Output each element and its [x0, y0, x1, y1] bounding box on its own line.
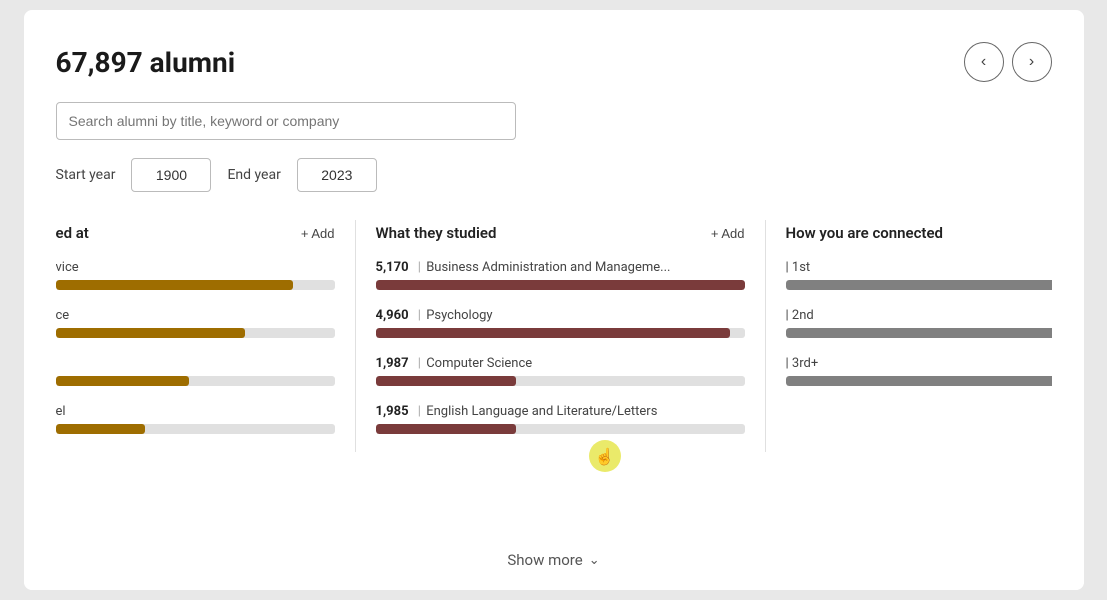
list-item: 1,985 | English Language and Literature/… — [376, 404, 745, 434]
list-item: ce — [56, 308, 335, 338]
bar-label: vice — [56, 260, 335, 275]
col-right-title: How you are connected — [786, 224, 943, 242]
col-left-header: ed at + Add — [56, 220, 335, 242]
bar-track — [56, 328, 335, 338]
bar-label — [56, 356, 335, 371]
list-item: 1,987 | Computer Science — [376, 356, 745, 386]
show-more-label: Show more — [507, 551, 582, 569]
end-year-input[interactable] — [297, 158, 377, 192]
bar-fill — [376, 280, 745, 290]
alumni-card: 67,897 alumni ‹ › Start year End year ed… — [24, 10, 1084, 590]
show-more-text: Show more ⌄ — [507, 551, 599, 569]
bar-track — [56, 376, 335, 386]
bar-track — [56, 280, 335, 290]
start-year-input[interactable] — [131, 158, 211, 192]
bar-track — [376, 424, 745, 434]
bar-label: 4,960 | Psychology — [376, 308, 745, 323]
list-item: 5,170 | Business Administration and Mana… — [376, 260, 745, 290]
bar-track — [376, 376, 745, 386]
col-right-header: How you are connected — [786, 220, 1052, 242]
list-item: | 2nd — [786, 308, 1052, 338]
bar-fill — [56, 376, 190, 386]
bar-track — [376, 328, 745, 338]
bar-fill — [376, 424, 516, 434]
header-row: 67,897 alumni ‹ › — [56, 42, 1052, 82]
bar-label: | 1st — [786, 260, 1052, 275]
col-left-title: ed at — [56, 224, 89, 242]
search-input[interactable] — [56, 102, 516, 140]
bar-track — [786, 328, 1052, 338]
bar-track — [786, 280, 1052, 290]
bar-fill — [786, 328, 1052, 338]
bar-label: 1,985 | English Language and Literature/… — [376, 404, 745, 419]
col-middle-add-button[interactable]: + Add — [711, 226, 745, 241]
bar-label: | 3rd+ — [786, 356, 1052, 371]
columns-wrapper: ed at + Add vice ce — [56, 220, 1052, 452]
nav-buttons: ‹ › — [964, 42, 1052, 82]
list-item: el — [56, 404, 335, 434]
year-filter-row: Start year End year — [56, 158, 1052, 192]
bar-fill — [786, 376, 1052, 386]
end-year-label: End year — [227, 167, 280, 183]
bar-label: | 2nd — [786, 308, 1052, 323]
list-item: | 3rd+ — [786, 356, 1052, 386]
bar-fill — [376, 328, 730, 338]
bar-fill — [56, 280, 293, 290]
bar-track — [56, 424, 335, 434]
list-item: vice — [56, 260, 335, 290]
col-middle-header: What they studied + Add — [376, 220, 745, 242]
list-item — [56, 356, 335, 386]
bar-label: 5,170 | Business Administration and Mana… — [376, 260, 745, 275]
bar-fill — [786, 280, 1052, 290]
bar-fill — [56, 328, 246, 338]
bar-fill — [56, 424, 145, 434]
bar-label: ce — [56, 308, 335, 323]
next-button[interactable]: › — [1012, 42, 1052, 82]
column-right: How you are connected | 1st | 2nd | 3rd+ — [766, 220, 1052, 452]
bar-track — [786, 376, 1052, 386]
prev-button[interactable]: ‹ — [964, 42, 1004, 82]
col-left-add-button[interactable]: + Add — [301, 226, 335, 241]
list-item: 4,960 | Psychology — [376, 308, 745, 338]
bar-label: el — [56, 404, 335, 419]
column-left: ed at + Add vice ce — [56, 220, 356, 452]
bar-fill — [376, 376, 516, 386]
column-middle: What they studied + Add 5,170 | Business… — [356, 220, 766, 452]
alumni-count: 67,897 alumni — [56, 46, 236, 79]
chevron-down-icon: ⌄ — [589, 553, 600, 568]
start-year-label: Start year — [56, 167, 116, 183]
col-middle-title: What they studied — [376, 224, 497, 242]
show-more-row[interactable]: Show more ⌄ — [24, 530, 1084, 590]
bar-track — [376, 280, 745, 290]
bar-label: 1,987 | Computer Science — [376, 356, 745, 371]
list-item: | 1st — [786, 260, 1052, 290]
